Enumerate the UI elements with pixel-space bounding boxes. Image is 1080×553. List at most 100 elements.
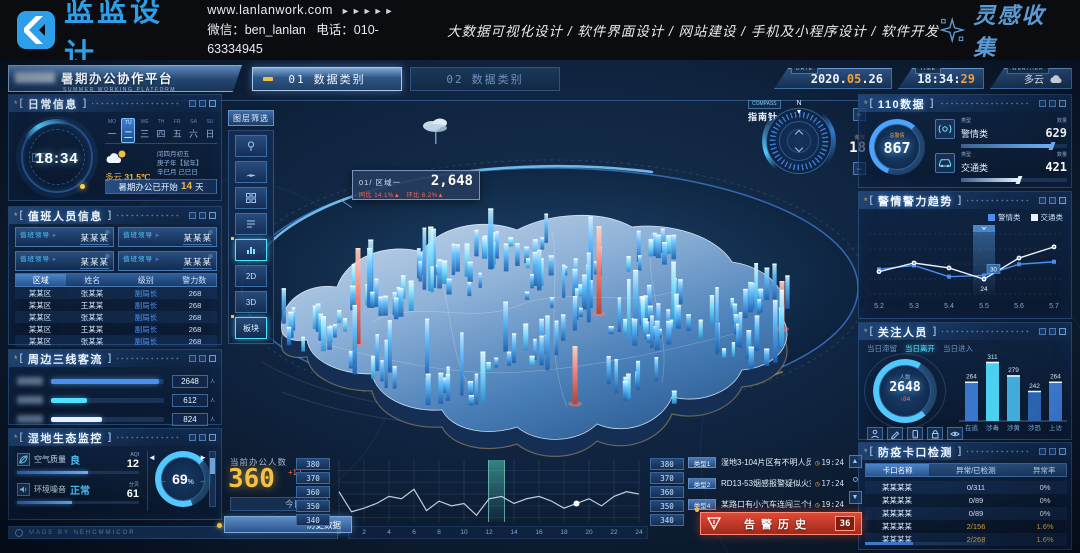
svg-text:20: 20 xyxy=(585,529,593,536)
checkpoint-rate: 0% xyxy=(1023,481,1067,494)
inspiration-collect[interactable]: 灵感收集 xyxy=(939,0,1058,62)
minimize-icon[interactable] xyxy=(1039,448,1046,455)
trend-line-chart: 30245.25.35.45.55.65.7 xyxy=(863,222,1069,316)
window-icon[interactable] xyxy=(1049,448,1056,455)
layer-button-chart-icon[interactable] xyxy=(235,239,267,261)
layer-button-板块[interactable]: 板块 xyxy=(235,317,267,339)
week-strip: MO一TU二WE三TH四FR五SA六SU日 xyxy=(105,118,217,143)
minimize-icon[interactable] xyxy=(189,100,196,107)
panel-checkpoint: *[防疫卡口检测] 卡口名称异常/已检测异常率 某某某某0/3110%某某某某0… xyxy=(858,442,1072,550)
alert-time: 17:24 xyxy=(815,479,844,488)
svg-text:5.5: 5.5 xyxy=(979,303,989,310)
column-header[interactable]: 姓名 xyxy=(66,274,119,286)
window-icon[interactable] xyxy=(1049,328,1056,335)
cloud-sun-icon xyxy=(105,149,129,164)
focus-tool-person-icon[interactable] xyxy=(867,427,883,440)
y-tick-360: 360 xyxy=(296,486,330,498)
contact-line: 微信：ben_lanlan 电话：010-63334945 xyxy=(207,21,409,59)
window-icon[interactable] xyxy=(199,434,206,441)
svg-text:24: 24 xyxy=(635,529,643,536)
time-label: TIME xyxy=(915,65,941,74)
focus-tab-2[interactable]: 当日离开 xyxy=(905,343,935,354)
panel-title: 值班人员信息 xyxy=(28,208,103,224)
minimize-icon[interactable] xyxy=(1039,197,1046,204)
arrows-decoration: ►►►►► xyxy=(341,6,396,16)
expand-icon[interactable] xyxy=(209,355,216,362)
svg-text:2: 2 xyxy=(362,529,366,536)
window-icon[interactable] xyxy=(1049,100,1056,107)
layer-button-signal-icon[interactable] xyxy=(235,161,267,183)
expand-icon[interactable] xyxy=(209,212,216,219)
history-data-button[interactable]: 历史数据 xyxy=(224,516,352,533)
duty-leader-card[interactable]: 值班领导 ▸⊗某某某 xyxy=(118,251,217,271)
table-scrollbar[interactable] xyxy=(865,542,985,545)
scroll-down-icon[interactable]: ▼ xyxy=(849,491,862,504)
svg-text:264: 264 xyxy=(966,374,977,381)
compass-dial[interactable]: N xyxy=(766,108,832,174)
window-icon[interactable] xyxy=(199,100,206,107)
focus-tool-lock-icon[interactable] xyxy=(927,427,943,440)
alert-item[interactable]: 类型2RD13-53烟感报警疑似火灾17:24 xyxy=(688,476,844,491)
layer-button-cluster-icon[interactable] xyxy=(235,187,267,209)
column-header[interactable]: 卡口名称 xyxy=(866,464,929,476)
layer-button-3d[interactable]: 3D xyxy=(235,291,267,313)
alert-history-button[interactable]: 告警历史 36 xyxy=(700,512,862,535)
table-cell: 268 xyxy=(173,335,217,347)
layer-button-2d[interactable]: 2D xyxy=(235,265,267,287)
minimize-icon[interactable] xyxy=(1039,328,1046,335)
minimize-icon[interactable] xyxy=(189,212,196,219)
expand-icon[interactable] xyxy=(209,100,216,107)
svg-text:30: 30 xyxy=(990,267,997,273)
weekday-we: WE三 xyxy=(138,118,152,143)
eco-scrollbar[interactable] xyxy=(209,451,216,507)
expand-icon[interactable] xyxy=(209,434,216,441)
focus-tool-pen-icon[interactable] xyxy=(887,427,903,440)
focus-tool-phone-icon[interactable] xyxy=(907,427,923,440)
svg-text:18: 18 xyxy=(560,529,568,536)
flow-value: 612 xyxy=(172,394,208,407)
duty-leader-card[interactable]: 值班领导 ▸⊗某某某 xyxy=(118,227,217,247)
checkpoint-detect: 0/311 xyxy=(929,481,1023,494)
office-count-value: 360 xyxy=(228,464,275,494)
svg-text:264: 264 xyxy=(1050,374,1061,381)
column-header[interactable]: 异常/已检测 xyxy=(929,464,1022,476)
y-tick-340: 340 xyxy=(650,514,684,526)
column-header[interactable]: 异常率 xyxy=(1022,464,1066,476)
focus-count-gauge: 人数 2648 ↑84 xyxy=(873,359,937,423)
checkpoint-name: 某某某某 xyxy=(865,494,929,507)
alert-item[interactable]: 类型4某路口有小汽车连闯三个红灯19:24 xyxy=(688,497,844,512)
gauge-right-arrow[interactable]: ► xyxy=(199,453,207,462)
checkpoint-row: 某某某某0/890% xyxy=(865,507,1067,520)
table-cell: 268 xyxy=(173,299,217,311)
alert-item[interactable]: 类型1湿地3-104片区有不明人员闯入19:24 xyxy=(688,455,844,470)
expand-icon[interactable] xyxy=(1059,448,1066,455)
svg-text:8: 8 xyxy=(437,529,441,536)
window-icon[interactable] xyxy=(199,355,206,362)
tab-data-category-1[interactable]: 01数据类别 xyxy=(252,67,402,91)
expand-icon[interactable] xyxy=(1059,197,1066,204)
duty-leader-card[interactable]: 值班领导 ▸⊗某某某 xyxy=(15,227,114,247)
layer-button-list-icon[interactable] xyxy=(235,213,267,235)
column-header[interactable]: 警力数 xyxy=(172,274,216,286)
table-cell: 副局长 xyxy=(119,287,173,299)
minimize-icon[interactable] xyxy=(1039,100,1046,107)
minimize-icon[interactable] xyxy=(189,355,196,362)
duty-leader-card[interactable]: 值班领导 ▸⊗某某某 xyxy=(15,251,114,271)
table-cell: 王某某 xyxy=(65,299,119,311)
scroll-up-icon[interactable]: ▲ xyxy=(849,455,862,468)
panel-title: 关注人员 xyxy=(878,324,928,340)
minimize-icon[interactable] xyxy=(189,434,196,441)
focus-tab-1[interactable]: 当日滞留 xyxy=(867,343,897,354)
website-link[interactable]: www.lanlanwork.com►►►►► xyxy=(207,1,409,21)
expand-icon[interactable] xyxy=(1059,328,1066,335)
window-icon[interactable] xyxy=(1049,197,1056,204)
redacted-line-label xyxy=(17,377,43,385)
window-icon[interactable] xyxy=(199,212,206,219)
expand-icon[interactable] xyxy=(1059,100,1066,107)
column-header[interactable]: 区域 xyxy=(16,274,66,286)
column-header[interactable]: 级别 xyxy=(119,274,172,286)
layer-button-pin-icon[interactable] xyxy=(235,135,267,157)
gauge-left-arrow[interactable]: ◄ xyxy=(148,453,156,462)
panel-title: 周边三线客流 xyxy=(28,351,103,367)
tab-data-category-2[interactable]: 02数据类别 xyxy=(410,67,560,91)
